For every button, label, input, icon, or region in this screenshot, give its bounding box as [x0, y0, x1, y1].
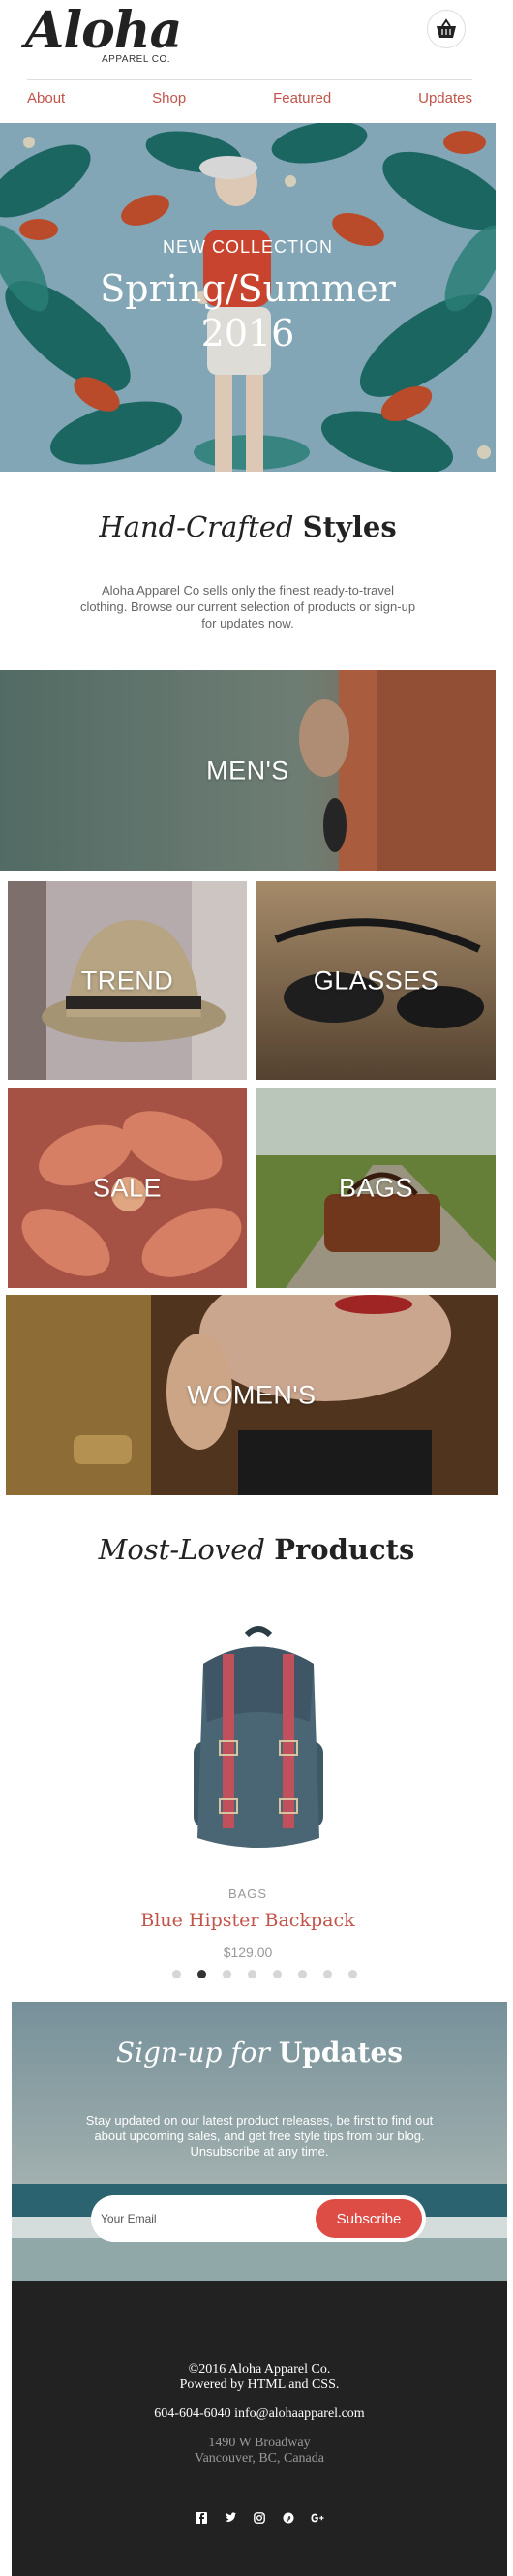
- basket-icon: [437, 18, 456, 38]
- social-links: [12, 2511, 507, 2525]
- site-header: Aloha APPAREL CO.: [0, 0, 496, 77]
- signup-text: Stay updated on our latest product relea…: [85, 2113, 434, 2159]
- category-label-sale: SALE: [92, 1173, 163, 1202]
- hero-title: Spring/Summer 2016: [0, 266, 496, 355]
- intro-title-italic: Hand-Crafted: [99, 510, 294, 543]
- pinterest-icon[interactable]: [282, 2511, 295, 2525]
- category-label-glasses: GLASSES: [313, 966, 439, 995]
- subscribe-button[interactable]: Subscribe: [316, 2199, 422, 2238]
- site-footer: ©2016 Aloha Apparel Co. Powered by HTML …: [12, 2281, 507, 2576]
- footer-address-line2: Vancouver, BC, Canada: [195, 2451, 324, 2466]
- footer-contact[interactable]: 604-604-6040 info@alohaapparel.com: [12, 2407, 507, 2422]
- main-nav: About Shop Featured Updates: [27, 79, 472, 116]
- carousel-dot[interactable]: [223, 1970, 231, 1978]
- intro-text: Aloha Apparel Co sells only the finest r…: [79, 583, 416, 630]
- carousel-dot[interactable]: [248, 1970, 256, 1978]
- nav-shop[interactable]: Shop: [152, 90, 186, 107]
- hero-banner: NEW COLLECTION Spring/Summer 2016: [0, 123, 496, 472]
- footer-powered: Powered by HTML and CSS.: [179, 2377, 340, 2392]
- carousel-dot[interactable]: [348, 1970, 357, 1978]
- nav-updates[interactable]: Updates: [418, 90, 472, 107]
- products-title: Most-Loved Products: [0, 1533, 513, 1566]
- category-label-trend: TREND: [80, 966, 174, 995]
- logo-subtitle: APPAREL CO.: [102, 54, 171, 65]
- carousel-dot[interactable]: [197, 1970, 206, 1978]
- signup-title-bold: Updates: [278, 2037, 404, 2069]
- logo[interactable]: Aloha: [25, 6, 182, 56]
- signup-form: Subscribe: [91, 2195, 426, 2242]
- category-tile-sale[interactable]: SALE: [8, 1088, 247, 1288]
- footer-address-line1: 1490 W Broadway: [208, 2436, 311, 2450]
- cart-button[interactable]: [427, 10, 466, 48]
- footer-copyright: ©2016 Aloha Apparel Co.: [188, 2362, 331, 2377]
- facebook-icon[interactable]: [195, 2511, 208, 2525]
- intro-title: Hand-Crafted Styles: [0, 510, 496, 543]
- signup-title-italic: Sign-up for: [115, 2037, 270, 2069]
- carousel-dot[interactable]: [298, 1970, 307, 1978]
- product-name[interactable]: Blue Hipster Backpack: [0, 1910, 496, 1931]
- signup-title: Sign-up for Updates: [12, 2037, 507, 2069]
- category-label-mens: MEN'S: [206, 755, 289, 784]
- category-tile-womens[interactable]: WOMEN'S: [6, 1295, 498, 1495]
- category-label-bags: BAGS: [338, 1173, 414, 1202]
- google-plus-icon[interactable]: [311, 2511, 324, 2525]
- twitter-icon[interactable]: [224, 2511, 237, 2525]
- products-title-italic: Most-Loved: [98, 1533, 265, 1566]
- product-category: BAGS: [227, 1886, 268, 1901]
- category-label-womens: WOMEN'S: [187, 1380, 317, 1409]
- nav-about[interactable]: About: [27, 90, 65, 107]
- category-tile-glasses[interactable]: GLASSES: [256, 881, 496, 1080]
- carousel-dot[interactable]: [172, 1970, 181, 1978]
- carousel-dot[interactable]: [323, 1970, 332, 1978]
- hero-title-line1: Spring/Summer: [100, 267, 396, 310]
- nav-featured[interactable]: Featured: [273, 90, 331, 107]
- carousel-dot[interactable]: [273, 1970, 282, 1978]
- hero-kicker: NEW COLLECTION: [162, 237, 334, 257]
- intro-title-bold: Styles: [302, 510, 397, 543]
- category-tile-trend[interactable]: TREND: [8, 881, 247, 1080]
- category-tile-bags[interactable]: BAGS: [256, 1088, 496, 1288]
- category-tile-mens[interactable]: MEN'S: [0, 670, 496, 871]
- hero-title-line2: 2016: [200, 312, 295, 354]
- product-price: $129.00: [223, 1945, 273, 1960]
- backpack-image: [194, 1626, 323, 1848]
- email-input[interactable]: [101, 2205, 294, 2232]
- product-image[interactable]: [174, 1625, 343, 1863]
- signup-section: Sign-up for Updates Stay updated on our …: [12, 2002, 507, 2281]
- carousel-dots: [172, 1970, 357, 1978]
- instagram-icon[interactable]: [253, 2511, 266, 2525]
- products-title-bold: Products: [274, 1533, 415, 1566]
